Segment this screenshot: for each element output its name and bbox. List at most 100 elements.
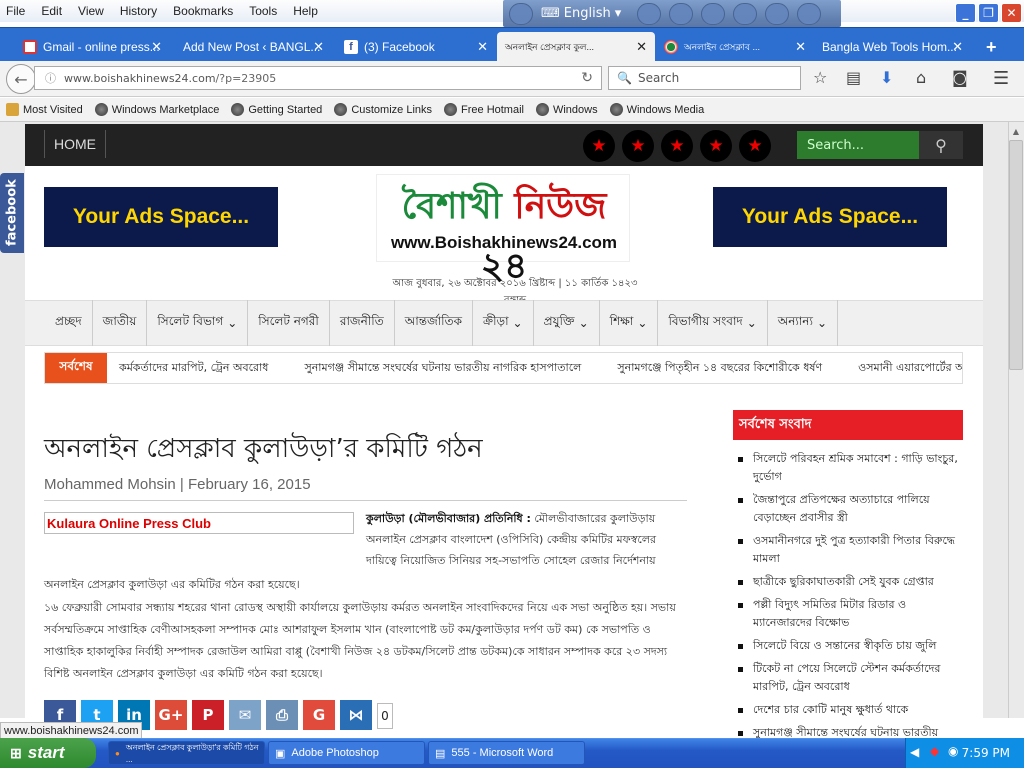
tab-gmail[interactable]: Gmail - online press... ✕ bbox=[15, 32, 170, 62]
menu-file[interactable]: File bbox=[6, 4, 25, 18]
reading-list-icon[interactable]: ▤ bbox=[846, 68, 861, 87]
ticker-item[interactable]: কর্মকর্তাদের মারপিট, ট্রেন অবরোধ bbox=[119, 359, 268, 378]
share-button[interactable]: ⎙ bbox=[266, 700, 298, 730]
downloads-icon[interactable]: ⬇ bbox=[880, 68, 893, 87]
sidebar-news-item[interactable]: ছাত্রীকে ছুরিকাঘাতকারী সেই যুবক গ্রেপ্তা… bbox=[733, 573, 963, 591]
close-tab-icon[interactable]: ✕ bbox=[952, 39, 963, 55]
category-nav-item[interactable]: সিলেট বিভাগ ⌄ bbox=[147, 300, 249, 346]
bookmark-most-visited[interactable]: Most Visited bbox=[6, 103, 83, 116]
start-button[interactable]: ⊞ start bbox=[0, 738, 96, 768]
langbar-help-icon[interactable] bbox=[765, 2, 789, 25]
home-link[interactable]: HOME bbox=[44, 130, 106, 158]
sidebar-news-item[interactable]: পল্লী বিদ্যুৎ সমিতির মিটার রিডার ও ম্যান… bbox=[733, 596, 963, 632]
taskbar-item-firefox[interactable]: ● অনলাইন প্রেসক্লাব কুলাউড়া'র কমিটি গঠন … bbox=[108, 741, 265, 765]
share-button[interactable]: ✉ bbox=[229, 700, 261, 730]
menu-help[interactable]: Help bbox=[293, 4, 318, 18]
scroll-up-arrow-icon[interactable]: ▲ bbox=[1009, 123, 1023, 139]
menu-bookmarks[interactable]: Bookmarks bbox=[173, 4, 233, 18]
reload-icon[interactable]: ↻ bbox=[581, 70, 593, 86]
bookmark-getting-started[interactable]: Getting Started bbox=[231, 103, 322, 116]
facebook-side-tab[interactable]: facebook bbox=[0, 173, 24, 253]
ticker-item[interactable]: সুনামগঞ্জ সীমান্তে সংঘর্ষের ঘটনায় ভারতী… bbox=[304, 359, 581, 378]
tab-facebook[interactable]: f (3) Facebook ✕ bbox=[336, 32, 496, 62]
category-nav-item[interactable]: প্রচ্ছদ bbox=[45, 300, 93, 346]
sidebar-news-item[interactable]: জৈন্তাপুরে প্রতিপক্ষের অত্যাচারে পালিয়ে… bbox=[733, 491, 963, 527]
tab-article-active[interactable]: অনলাইন প্রেসক্লাব কুল... ✕ bbox=[497, 32, 655, 62]
language-icon[interactable] bbox=[509, 2, 533, 25]
bookmark-windows-media[interactable]: Windows Media bbox=[609, 103, 704, 116]
ad-space-left[interactable]: Your Ads Space... bbox=[44, 187, 278, 247]
langbar-tool-icon[interactable] bbox=[669, 2, 693, 25]
close-tab-icon[interactable]: ✕ bbox=[151, 39, 162, 55]
ad-space-right[interactable]: Your Ads Space... bbox=[713, 187, 947, 247]
menu-view[interactable]: View bbox=[78, 4, 104, 18]
sidebar-news-item[interactable]: সিলেটে বিয়ে ও সন্তানের স্বীকৃতি চায় জু… bbox=[733, 637, 963, 655]
share-button[interactable]: G+ bbox=[155, 700, 187, 730]
star-badge-icon[interactable]: ★ bbox=[661, 130, 693, 162]
tab-add-post[interactable]: Add New Post ‹ BANGL... ✕ bbox=[175, 32, 332, 62]
article-author[interactable]: Mohammed Mohsin bbox=[44, 476, 176, 493]
new-tab-button[interactable]: + bbox=[978, 32, 1008, 62]
site-search-button[interactable]: ⚲ bbox=[919, 131, 963, 159]
category-nav-item[interactable]: বিভাগীয় সংবাদ ⌄ bbox=[658, 300, 768, 346]
bookmark-star-icon[interactable]: ☆ bbox=[813, 68, 827, 87]
category-nav-item[interactable]: সিলেট নগরী bbox=[248, 300, 330, 346]
tray-volume-icon[interactable]: ◉ bbox=[948, 744, 958, 758]
bookmark-customize-links[interactable]: Customize Links bbox=[334, 103, 432, 116]
ticker-item[interactable]: সুনামগঞ্জে পিতৃহীন ১৪ বছরের কিশোরীকে ধর্… bbox=[617, 359, 822, 378]
close-tab-icon[interactable]: ✕ bbox=[795, 39, 806, 55]
star-badge-icon[interactable]: ★ bbox=[700, 130, 732, 162]
star-badge-icon[interactable]: ★ bbox=[739, 130, 771, 162]
close-tab-icon[interactable]: ✕ bbox=[313, 39, 324, 55]
sidebar-news-item[interactable]: দেশের চার কোটি মানুষ ক্ষুধার্ত থাকে bbox=[733, 701, 963, 719]
bookmark-free-hotmail[interactable]: Free Hotmail bbox=[444, 103, 524, 116]
taskbar-item-photoshop[interactable]: ▣ Adobe Photoshop bbox=[268, 741, 425, 765]
category-nav-item[interactable]: অন্যান্য ⌄ bbox=[768, 300, 839, 346]
share-button[interactable]: G bbox=[303, 700, 335, 730]
category-nav-item[interactable]: ক্রীড়া ⌄ bbox=[473, 300, 534, 346]
share-button[interactable]: P bbox=[192, 700, 224, 730]
category-nav-item[interactable]: শিক্ষা ⌄ bbox=[600, 300, 659, 346]
hamburger-menu-icon[interactable]: ☰ bbox=[993, 68, 1009, 89]
site-search-input[interactable]: Search... bbox=[797, 131, 919, 159]
sidebar-news-item[interactable]: সিলেটে পরিবহন শ্রমিক সমাবেশ : গাড়ি ভাংচ… bbox=[733, 450, 963, 486]
pocket-icon[interactable]: ◙ bbox=[952, 68, 968, 87]
sidebar-news-item[interactable]: টিকেট না পেয়ে সিলেটে স্টেশন কর্মকর্তাদে… bbox=[733, 660, 963, 696]
langbar-tool-icon[interactable] bbox=[701, 2, 725, 25]
tray-app-icon[interactable]: ◆ bbox=[930, 744, 939, 758]
taskbar-item-word[interactable]: ▤ 555 - Microsoft Word bbox=[428, 741, 585, 765]
close-window-button[interactable]: ✕ bbox=[1001, 3, 1022, 23]
bookmark-windows[interactable]: Windows bbox=[535, 103, 598, 116]
restore-button[interactable]: ❐ bbox=[978, 3, 999, 23]
language-selector[interactable]: ⌨ English ▾ bbox=[541, 6, 637, 21]
langbar-close-icon[interactable] bbox=[797, 2, 821, 25]
langbar-tool-icon[interactable] bbox=[637, 2, 661, 25]
menu-history[interactable]: History bbox=[120, 4, 157, 18]
langbar-tool-icon[interactable] bbox=[733, 2, 757, 25]
back-button[interactable]: ← bbox=[6, 64, 36, 94]
menu-tools[interactable]: Tools bbox=[249, 4, 277, 18]
tab-bangla-web-tools[interactable]: Bangla Web Tools Hom... ✕ bbox=[814, 32, 971, 62]
close-tab-icon[interactable]: ✕ bbox=[477, 39, 488, 55]
category-nav-item[interactable]: রাজনীতি bbox=[330, 300, 395, 346]
category-nav-item[interactable]: আন্তর্জাতিক bbox=[395, 300, 474, 346]
ticker-item[interactable]: ওসমানী এয়ারপোর্টের আ bbox=[858, 359, 962, 378]
site-logo[interactable]: বৈশাখী নিউজ ২৪ www.Boishakhinews24.com bbox=[376, 174, 630, 287]
home-icon[interactable]: ⌂ bbox=[916, 68, 926, 87]
bookmark-windows-marketplace[interactable]: Windows Marketplace bbox=[94, 103, 219, 116]
tab-article-2[interactable]: অনলাইন প্রেসক্লাব ... ✕ bbox=[656, 32, 814, 62]
share-button[interactable]: ⋈ bbox=[340, 700, 372, 730]
category-nav-item[interactable]: জাতীয় bbox=[93, 300, 148, 346]
star-badge-icon[interactable]: ★ bbox=[583, 130, 615, 162]
url-bar[interactable]: ⓘ www.boishakhinews24.com/?p=23905 ↻ bbox=[34, 66, 602, 90]
sidebar-news-item[interactable]: ওসমানীনগরে দুই পুত্র হত্যাকারী পিতার বির… bbox=[733, 532, 963, 568]
close-tab-icon[interactable]: ✕ bbox=[636, 39, 647, 55]
browser-search-input[interactable]: 🔍 Search bbox=[608, 66, 801, 90]
category-nav-item[interactable]: প্রযুক্তি ⌄ bbox=[534, 300, 600, 346]
minimize-button[interactable]: _ bbox=[955, 3, 976, 23]
menu-edit[interactable]: Edit bbox=[41, 4, 62, 18]
star-badge-icon[interactable]: ★ bbox=[622, 130, 654, 162]
scrollbar-thumb[interactable] bbox=[1009, 140, 1023, 370]
info-icon[interactable]: ⓘ bbox=[45, 70, 56, 86]
tray-arrow-icon[interactable]: ◀ bbox=[910, 745, 919, 759]
